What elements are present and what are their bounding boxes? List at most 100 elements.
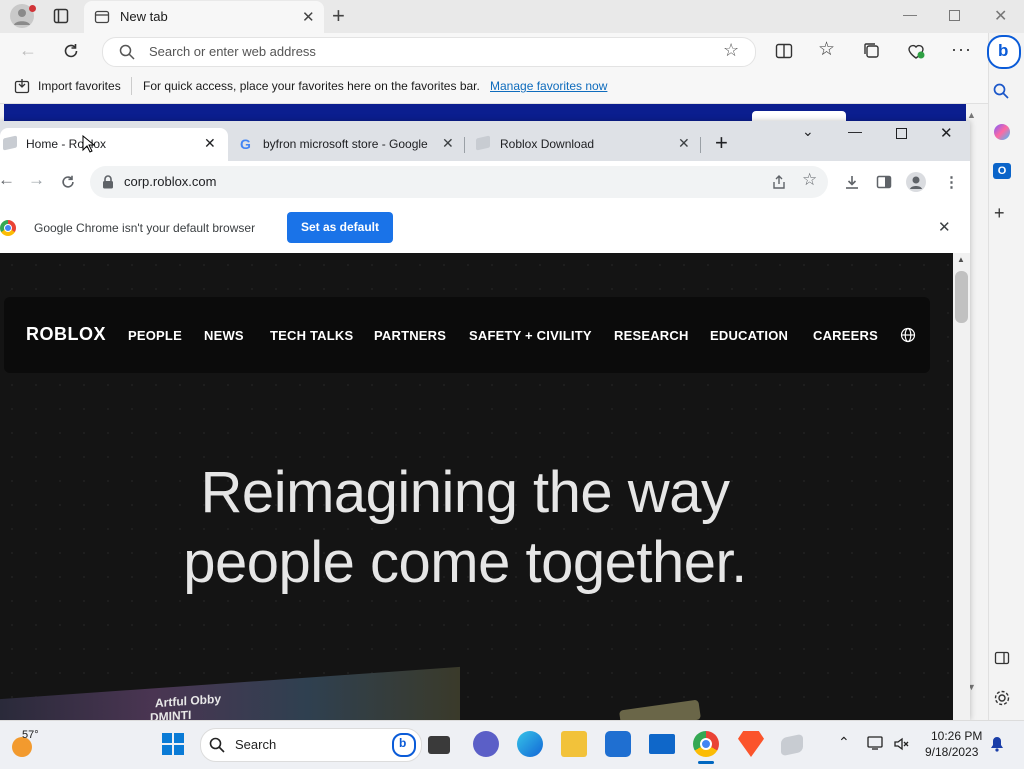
close-tab-icon[interactable]: ✕ (204, 135, 216, 152)
back-button[interactable]: ← (19, 40, 37, 61)
taskbar-search[interactable]: Search b (200, 728, 422, 762)
game-card-strip: Artful Obby DMINTI (0, 666, 460, 720)
tab-search-chevron-icon[interactable]: ⌄ (802, 123, 814, 140)
mail-icon[interactable] (649, 734, 675, 754)
search-icon (119, 44, 135, 60)
chrome-profile-icon[interactable] (906, 172, 926, 192)
set-as-default-button[interactable]: Set as default (287, 212, 393, 243)
chrome-tabstrip: Home - Roblox ✕ G byfron microsoft store… (0, 121, 970, 161)
edge-taskbar-icon[interactable] (517, 731, 543, 757)
game-card-subtitle: DMINTI (150, 707, 192, 720)
minimize-button[interactable]: — (848, 123, 862, 139)
tray-overflow-chevron-icon[interactable]: ⌃ (838, 734, 850, 751)
nav-link-news[interactable]: NEWS (204, 328, 244, 343)
tab-title: byfron microsoft store - Google (263, 137, 428, 151)
hero-heading-line1: Reimagining the way (200, 460, 730, 525)
bookmark-star-icon[interactable]: ☆ (802, 170, 817, 190)
outlook-icon[interactable]: O (993, 163, 1011, 179)
tab-title: Roblox Download (500, 137, 595, 151)
new-tab-button[interactable]: + (332, 3, 345, 29)
nav-link-careers[interactable]: CAREERS (813, 328, 878, 343)
mouse-cursor-icon (82, 135, 94, 153)
edge-address-bar[interactable]: Search or enter web address ☆ (102, 37, 756, 67)
notification-bell-icon[interactable] (989, 736, 1005, 752)
chrome-omnibox[interactable]: corp.roblox.com ☆ (90, 166, 828, 198)
task-view-icon[interactable] (428, 736, 450, 754)
network-icon[interactable] (867, 735, 885, 751)
sidebar-search-icon[interactable] (993, 83, 1009, 99)
favorite-star-icon[interactable]: ☆ (723, 40, 739, 61)
minimize-button[interactable]: — (903, 6, 917, 22)
import-icon (14, 79, 30, 94)
split-screen-icon[interactable] (775, 42, 793, 60)
scroll-up-arrow[interactable]: ▲ (967, 110, 976, 120)
close-window-button[interactable]: ✕ (994, 6, 1007, 26)
reload-icon[interactable] (60, 174, 76, 190)
nav-link-people[interactable]: PEOPLE (128, 328, 182, 343)
new-tab-button[interactable]: + (715, 130, 728, 156)
chrome-taskbar-icon[interactable] (693, 731, 719, 757)
chrome-tab-home-roblox[interactable]: Home - Roblox ✕ (0, 128, 228, 161)
microsoft-store-icon[interactable] (605, 731, 631, 757)
infobar-message: Google Chrome isn't your default browser (34, 221, 256, 235)
close-tab-icon[interactable]: ✕ (302, 8, 315, 26)
import-favorites-button[interactable]: Import favorites (38, 79, 121, 93)
nav-link-research[interactable]: RESEARCH (614, 328, 689, 343)
search-icon (209, 737, 225, 753)
favorites-icon[interactable]: ☆ (818, 38, 835, 61)
collections-icon[interactable] (863, 42, 881, 60)
taskbar-search-label: Search (235, 737, 277, 752)
close-tab-icon[interactable]: ✕ (678, 135, 690, 152)
restore-button[interactable] (949, 10, 960, 21)
nav-link-education[interactable]: EDUCATION (710, 328, 788, 343)
nav-link-safety-civility[interactable]: SAFETY + CIVILITY (469, 328, 592, 343)
start-button[interactable] (162, 733, 184, 755)
url-text: corp.roblox.com (124, 174, 217, 189)
more-options-icon[interactable]: ··· (951, 39, 972, 60)
back-button[interactable]: ← (0, 170, 15, 190)
copilot-button[interactable]: b (987, 35, 1021, 69)
roblox-page: ROBLOX PEOPLE NEWS TECH TALKS PARTNERS S… (0, 253, 953, 720)
refresh-icon[interactable] (62, 42, 80, 60)
roblox-favicon-icon (476, 135, 490, 151)
microsoft-365-icon[interactable] (994, 124, 1010, 140)
roblox-logo[interactable]: ROBLOX (26, 324, 106, 345)
chrome-menu-icon[interactable]: ⋮ (944, 173, 959, 191)
browser-essentials-icon[interactable] (906, 42, 926, 60)
scroll-thumb[interactable] (955, 271, 968, 323)
add-sidebar-app-icon[interactable]: + (994, 203, 1005, 224)
favorites-hint: For quick access, place your favorites h… (143, 79, 480, 93)
sidebar-layout-icon[interactable] (994, 650, 1010, 666)
tab-divider (464, 137, 465, 153)
tab-title: Home - Roblox (26, 137, 107, 151)
close-window-button[interactable]: ✕ (940, 124, 953, 142)
lock-icon[interactable] (102, 175, 114, 189)
close-infobar-icon[interactable]: ✕ (938, 218, 951, 236)
bing-chat-icon: b (392, 733, 416, 757)
tab-divider (700, 137, 701, 153)
volume-muted-icon[interactable] (894, 736, 910, 752)
side-panel-icon[interactable] (876, 174, 892, 190)
weather-temp: 57° (22, 729, 39, 741)
globe-icon[interactable] (900, 327, 916, 343)
chrome-tab-roblox-download[interactable]: Roblox Download ✕ (468, 128, 698, 161)
settings-gear-icon[interactable] (993, 689, 1011, 707)
clock-time[interactable]: 10:26 PM (931, 729, 982, 743)
chrome-tab-byfron[interactable]: G byfron microsoft store - Google ✕ (232, 128, 462, 161)
nav-link-partners[interactable]: PARTNERS (374, 328, 446, 343)
tab-actions-icon[interactable] (53, 8, 69, 24)
file-explorer-icon[interactable] (561, 731, 587, 757)
clock-date[interactable]: 9/18/2023 (925, 745, 978, 759)
roblox-favicon-icon (3, 135, 17, 151)
scroll-up-arrow[interactable]: ▲ (957, 255, 965, 264)
share-icon[interactable] (771, 174, 787, 190)
maximize-button[interactable] (896, 128, 907, 139)
forward-button[interactable]: → (28, 170, 45, 190)
edge-tab-new-tab[interactable]: New tab ✕ (84, 1, 324, 33)
nav-link-tech-talks[interactable]: TECH TALKS (270, 328, 353, 343)
teams-chat-icon[interactable] (473, 731, 499, 757)
download-icon[interactable] (844, 174, 860, 190)
manage-favorites-link[interactable]: Manage favorites now (490, 79, 607, 93)
close-tab-icon[interactable]: ✕ (442, 135, 454, 152)
chrome-page-scrollbar[interactable]: ▲ (953, 253, 970, 720)
